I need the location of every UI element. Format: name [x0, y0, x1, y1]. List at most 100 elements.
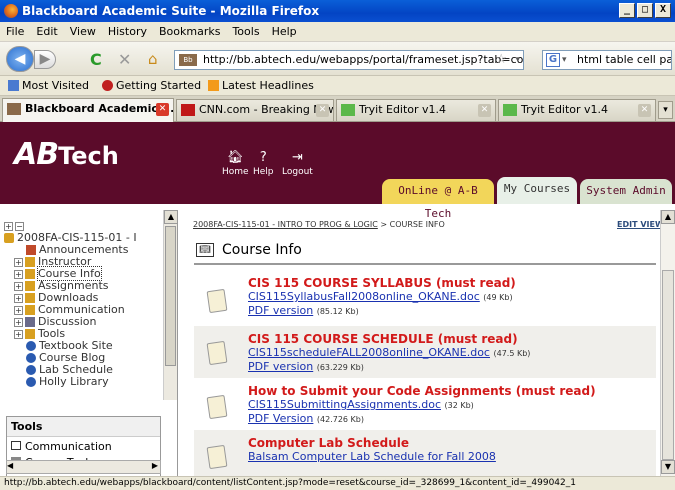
content-item: CIS 115 COURSE SYLLABUS (must read) CIS1… — [194, 276, 656, 326]
item-doc-link[interactable]: CIS115SubmittingAssignments.doc — [248, 398, 441, 411]
forward-button[interactable]: ▶ — [34, 50, 56, 69]
bookmark-getting-started[interactable]: Getting Started — [116, 76, 201, 95]
stop-icon[interactable]: ✕ — [118, 50, 131, 69]
tab-cnn[interactable]: CNN.com - Breaking News,... ✕ — [176, 99, 334, 121]
scroll-right-icon[interactable]: ▶ — [152, 461, 158, 470]
document-icon — [206, 444, 228, 470]
menu-tools[interactable]: Tools — [226, 22, 265, 38]
folder-icon — [25, 305, 35, 315]
expand-icon[interactable]: + — [14, 293, 23, 303]
home-link[interactable]: 🏠︎ Home — [222, 150, 249, 177]
reload-icon[interactable]: C — [90, 50, 102, 69]
scroll-thumb[interactable] — [165, 226, 176, 366]
tab-label: CNN.com - Breaking News,... — [199, 103, 333, 116]
scroll-thumb[interactable] — [662, 270, 674, 460]
most-visited-icon — [8, 80, 19, 91]
ab-tech-logo[interactable]: ABTech — [14, 137, 119, 172]
edit-view-link[interactable]: EDIT VIEW — [617, 220, 664, 229]
help-icon: ? — [259, 150, 267, 165]
getting-started-icon — [102, 80, 113, 91]
content-item: CIS 115 COURSE SCHEDULE (must read) CIS1… — [194, 326, 656, 378]
menu-edit[interactable]: Edit — [30, 22, 63, 38]
main-scrollbar[interactable]: ▲ ▼ — [660, 210, 675, 476]
logo-tech: Tech — [58, 142, 119, 170]
tree-item-holly-library[interactable]: Holly Library — [26, 376, 109, 388]
link-globe-icon — [26, 353, 36, 363]
menu-help[interactable]: Help — [266, 22, 303, 38]
back-arrow-icon: ◀ — [14, 51, 26, 67]
home-label: Home — [222, 167, 249, 177]
close-tab-icon[interactable]: ✕ — [638, 104, 651, 117]
logout-link[interactable]: ⇥ Logout — [282, 150, 313, 177]
menu-history[interactable]: History — [102, 22, 153, 38]
site-favicon-icon: Bb — [179, 54, 197, 66]
home-icon[interactable]: ⌂ — [148, 50, 158, 68]
close-tab-icon[interactable]: ✕ — [156, 103, 169, 116]
url-dropdown-icon[interactable]: ▾ — [515, 51, 520, 69]
item-doc-link[interactable]: CIS115scheduleFALL2008online_OKANE.doc — [248, 346, 490, 359]
item-pdf-size: (63.229 Kb) — [316, 363, 364, 372]
menu-view[interactable]: View — [64, 22, 102, 38]
item-doc-size: (32 Kb) — [444, 401, 474, 410]
minimize-button[interactable]: _ — [619, 3, 635, 18]
tab-label: Blackboard Academic ... — [25, 102, 174, 115]
menu-bookmarks[interactable]: Bookmarks — [153, 22, 226, 38]
document-icon — [206, 340, 228, 366]
maximize-button[interactable]: □ — [637, 3, 653, 18]
item-pdf-link[interactable]: PDF Version — [248, 412, 313, 425]
expand-icon[interactable]: + — [14, 329, 23, 339]
item-doc-link[interactable]: CIS115SyllabusFall2008online_OKANE.doc — [248, 290, 480, 303]
home-icon: 🏠︎ — [227, 150, 244, 165]
bookmark-star-icon[interactable]: ☆ — [495, 51, 507, 69]
expand-icon[interactable]: + — [14, 257, 23, 267]
left-horizontal-scrollbar[interactable]: ◀ ▶ — [6, 460, 161, 474]
google-icon[interactable]: G — [546, 53, 560, 67]
scroll-left-icon[interactable]: ◀ — [7, 461, 13, 470]
rss-icon — [208, 80, 219, 91]
item-doc-link[interactable]: Balsam Computer Lab Schedule for Fall 20… — [248, 450, 496, 463]
expand-icon[interactable]: + — [14, 269, 23, 279]
tools-communication[interactable]: Communication — [7, 437, 160, 456]
search-engine-dropdown-icon[interactable]: ▾ — [562, 51, 567, 69]
back-button[interactable]: ◀ — [6, 46, 34, 72]
tab-system-admin[interactable]: System Admin — [580, 179, 672, 204]
breadcrumb-course-link[interactable]: 2008FA-CIS-115-01 - INTRO TO PROG & LOGI… — [193, 220, 378, 229]
announcements-icon — [26, 245, 36, 255]
url-bar[interactable]: Bb http://bb.abtech.edu/webapps/portal/f… — [174, 50, 524, 70]
breadcrumb-current: COURSE INFO — [389, 220, 445, 229]
expand-icon[interactable]: + — [14, 317, 23, 327]
firefox-icon — [4, 4, 18, 18]
content-item: Computer Lab Schedule Balsam Computer La… — [194, 430, 656, 476]
tab-online-ab-tech[interactable]: OnLine @ A-B Tech — [382, 179, 494, 220]
scroll-up-icon[interactable]: ▲ — [164, 210, 177, 224]
expand-icon[interactable]: + — [14, 305, 23, 315]
expand-all-icon[interactable]: + — [4, 221, 13, 231]
help-link[interactable]: ? Help — [253, 150, 274, 177]
tab-label: Tryit Editor v1.4 — [521, 103, 609, 116]
tab-tryit-1[interactable]: Tryit Editor v1.4 ✕ — [336, 99, 496, 121]
tab-blackboard[interactable]: Blackboard Academic ... ✕ — [2, 98, 174, 122]
search-bar[interactable]: G ▾ html table cell paddi — [542, 50, 672, 70]
item-pdf-size: (85.12 Kb) — [316, 307, 359, 316]
item-title: CIS 115 COURSE SCHEDULE (must read) — [248, 332, 518, 346]
item-doc-size: (49 Kb) — [483, 293, 513, 302]
tab-list-dropdown-icon[interactable]: ▾ — [658, 101, 673, 119]
menu-file[interactable]: File — [0, 22, 30, 38]
scroll-down-icon[interactable]: ▼ — [661, 460, 675, 474]
item-pdf-link[interactable]: PDF version — [248, 360, 313, 373]
close-tab-icon[interactable]: ✕ — [478, 104, 491, 117]
bookmark-most-visited[interactable]: Most Visited — [22, 76, 89, 95]
close-tab-icon[interactable]: ✕ — [316, 104, 329, 117]
scroll-up-icon[interactable]: ▲ — [661, 210, 675, 224]
folder-icon — [25, 257, 35, 267]
window-title: Blackboard Academic Suite - Mozilla Fire… — [22, 4, 320, 18]
left-tree-scrollbar[interactable]: ▲ — [163, 210, 177, 400]
item-title: How to Submit your Code Assignments (mus… — [248, 384, 596, 398]
tab-my-courses[interactable]: My Courses — [497, 177, 577, 204]
item-pdf-link[interactable]: PDF version — [248, 304, 313, 317]
bookmark-latest-headlines[interactable]: Latest Headlines — [222, 76, 314, 95]
tab-tryit-2[interactable]: Tryit Editor v1.4 ✕ — [498, 99, 656, 121]
collapse-all-icon[interactable]: − — [15, 221, 24, 231]
expand-icon[interactable]: + — [14, 281, 23, 291]
close-window-button[interactable]: X — [655, 3, 671, 18]
